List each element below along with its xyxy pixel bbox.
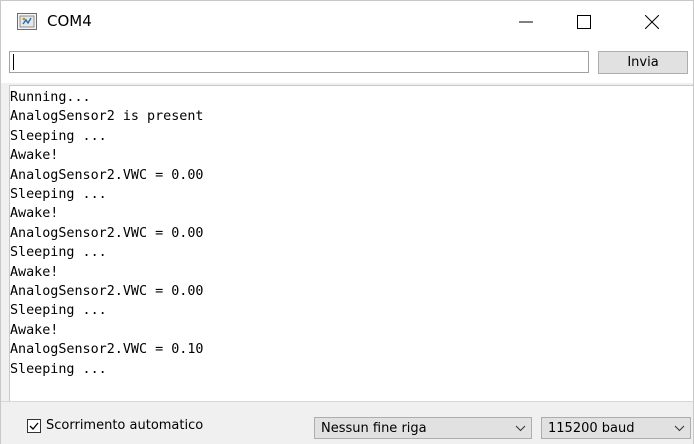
title-bar[interactable]: COM4 bbox=[1, 1, 693, 43]
output-line: AnalogSensor2.VWC = 0.00 bbox=[10, 284, 204, 300]
output-line: Sleeping ... bbox=[10, 303, 107, 319]
send-row: Invia bbox=[1, 43, 693, 83]
output-line: Running... bbox=[10, 90, 91, 105]
line-ending-value: Nessun fine riga bbox=[321, 420, 427, 436]
maximize-button[interactable] bbox=[561, 1, 607, 43]
serial-output[interactable]: Running... AnalogSensor2 is present Sleepi… bbox=[9, 85, 693, 401]
line-ending-select[interactable]: Nessun fine riga bbox=[314, 417, 532, 439]
minimize-icon bbox=[519, 21, 533, 23]
baud-rate-value: 115200 baud bbox=[548, 420, 635, 436]
checkmark-icon bbox=[29, 422, 39, 430]
maximize-icon bbox=[577, 15, 591, 29]
text-caret bbox=[13, 54, 14, 70]
output-line: Awake! bbox=[10, 322, 59, 338]
output-line: Awake! bbox=[10, 206, 59, 222]
autoscroll-checkbox[interactable] bbox=[27, 418, 41, 433]
chevron-down-icon bbox=[509, 425, 531, 432]
output-lines: Running... AnalogSensor2 is present Sleepi… bbox=[10, 86, 693, 379]
output-line: AnalogSensor2 is present bbox=[10, 109, 204, 125]
output-line: Awake! bbox=[10, 264, 59, 280]
window-title: COM4 bbox=[47, 12, 92, 30]
close-icon bbox=[645, 15, 659, 29]
serial-monitor-icon bbox=[17, 13, 37, 30]
baud-rate-select[interactable]: 115200 baud bbox=[541, 417, 691, 439]
chevron-down-icon bbox=[668, 425, 690, 432]
autoscroll-label: Scorrimento automatico bbox=[46, 418, 204, 433]
output-line: Sleeping ... bbox=[10, 128, 107, 144]
autoscroll-toggle[interactable]: Scorrimento automatico bbox=[27, 418, 203, 433]
output-line: AnalogSensor2.VWC = 0.10 bbox=[10, 342, 204, 358]
output-line: Awake! bbox=[10, 148, 59, 164]
minimize-button[interactable] bbox=[503, 1, 549, 43]
serial-monitor-window: COM4 Invia Running... AnalogSensor2 is pr… bbox=[0, 0, 694, 444]
output-line: Sleeping ... bbox=[10, 245, 107, 261]
send-button[interactable]: Invia bbox=[598, 51, 688, 74]
send-input[interactable] bbox=[9, 51, 589, 73]
output-line: Sleeping ... bbox=[10, 361, 107, 377]
status-bar: Scorrimento automatico Nessun fine riga … bbox=[1, 401, 693, 444]
close-button[interactable] bbox=[629, 1, 675, 43]
output-line: Sleeping ... bbox=[10, 187, 107, 203]
output-line: AnalogSensor2.VWC = 0.00 bbox=[10, 167, 204, 183]
output-line: AnalogSensor2.VWC = 0.00 bbox=[10, 225, 204, 241]
